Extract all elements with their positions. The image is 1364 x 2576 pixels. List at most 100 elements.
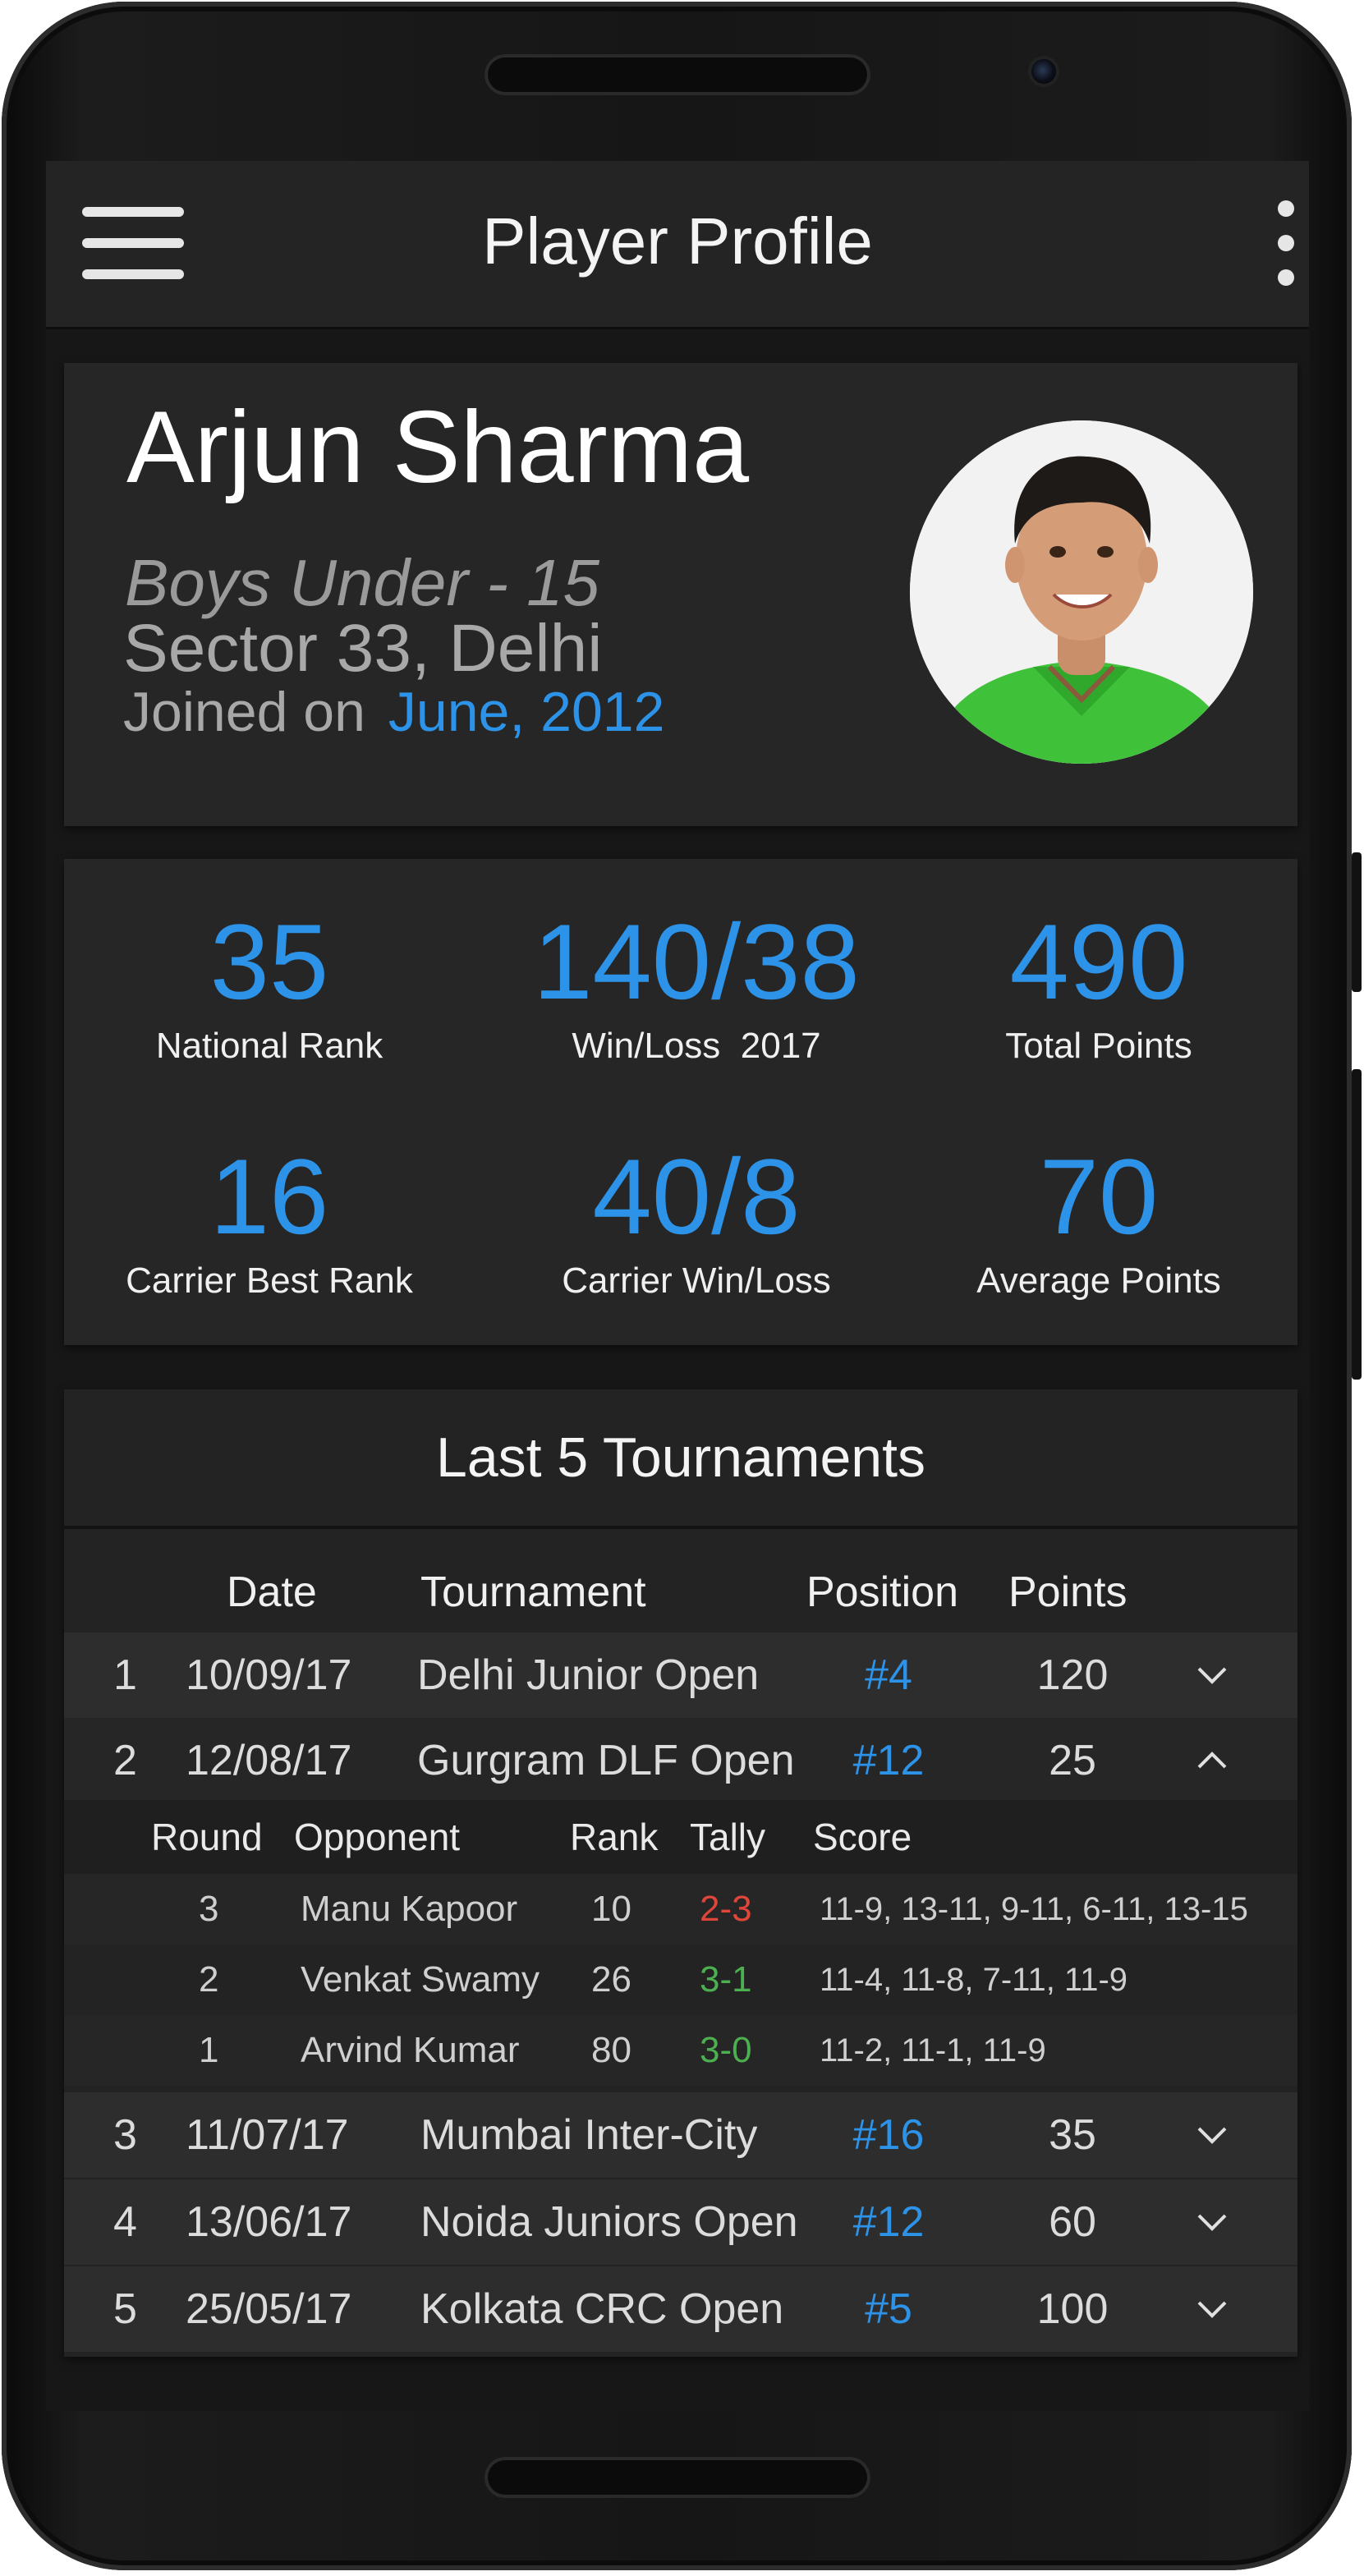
chevron-down-icon[interactable]: [1197, 1660, 1227, 1690]
profile-card: Arjun Sharma Boys Under - 15 Sector 33, …: [64, 363, 1297, 826]
stat-label: National Rank: [155, 1026, 383, 1066]
row-index: 4: [113, 2198, 137, 2246]
match-opponent: Venkat Swamy: [301, 1959, 540, 2000]
row-tournament: Gurgram DLF Open: [417, 1737, 795, 1784]
stat-value: 70: [1039, 1136, 1159, 1256]
match-rank: 26: [591, 1959, 631, 2000]
match-score: 11-2, 11-1, 11-9: [820, 2032, 1046, 2069]
match-rank: 80: [591, 2030, 631, 2070]
tournaments-title: Last 5 Tournaments: [64, 1389, 1297, 1529]
stat-total-points: 490 Total Points: [893, 900, 1304, 1069]
match-opponent: Manu Kapoor: [301, 1889, 518, 1929]
row-date: 11/07/17: [186, 2111, 349, 2159]
stat-carrier-best-rank: 16 Carrier Best Rank: [64, 1135, 475, 1304]
stat-label: Carrier Best Rank: [126, 1260, 413, 1301]
column-header-score: Score: [813, 1816, 912, 1858]
row-position: #12: [852, 1737, 925, 1784]
joined-date: June, 2012: [388, 681, 665, 743]
row-points: 35: [1049, 2111, 1096, 2159]
column-header-rank: Rank: [570, 1816, 659, 1858]
tournament-row[interactable]: 2 12/08/17 Gurgram DLF Open #12 25: [64, 1718, 1297, 1803]
chevron-down-icon[interactable]: [1197, 2207, 1227, 2237]
row-position: #12: [852, 2198, 925, 2246]
row-position: #5: [865, 2285, 912, 2333]
match-score: 11-9, 13-11, 9-11, 6-11, 13-15: [820, 1891, 1248, 1927]
stat-value: 35: [209, 902, 329, 1022]
match-opponent: Arvind Kumar: [301, 2030, 520, 2070]
row-index: 2: [113, 1737, 137, 1784]
row-tournament: Mumbai Inter-City: [420, 2111, 758, 2159]
chevron-down-icon[interactable]: [1197, 2294, 1227, 2324]
page-title: Player Profile: [482, 204, 873, 278]
stat-national-rank: 35 National Rank: [64, 900, 475, 1069]
match-rank: 10: [591, 1889, 631, 1929]
match-round: 2: [199, 1959, 219, 2000]
stat-label: Average Points: [976, 1260, 1221, 1301]
column-header-opponent: Opponent: [294, 1816, 461, 1858]
joined-label: Joined on: [123, 681, 365, 743]
tournaments-card: Last 5 Tournaments Date Tournament Posit…: [64, 1389, 1297, 2357]
row-index: 3: [113, 2111, 137, 2159]
stat-value: 40/8: [592, 1136, 801, 1256]
tournament-row[interactable]: 4 13/06/17 Noida Juniors Open #12 60: [64, 2179, 1297, 2265]
stat-value: 16: [209, 1136, 329, 1256]
row-index: 1: [113, 1651, 137, 1699]
app-screen: Player Profile Arjun Sharma Boys Under -…: [46, 161, 1309, 2411]
row-date: 25/05/17: [186, 2285, 352, 2333]
chevron-up-icon[interactable]: [1197, 1746, 1227, 1775]
stat-label: Carrier Win/Loss: [562, 1260, 831, 1301]
row-points: 100: [1036, 2285, 1109, 2333]
stat-label: Win/Loss 2017: [572, 1026, 821, 1066]
row-position: #4: [865, 1651, 912, 1699]
tournament-row[interactable]: 1 10/09/17 Delhi Junior Open #4 120: [64, 1632, 1297, 1718]
row-tournament: Kolkata CRC Open: [420, 2285, 784, 2333]
stat-win-loss-2017: 140/38 Win/Loss 2017: [491, 900, 902, 1069]
stat-value: 490: [1009, 902, 1188, 1022]
match-tally: 3-1: [700, 1959, 752, 2000]
earpiece-speaker: [485, 54, 870, 95]
row-index: 5: [113, 2285, 137, 2333]
volume-button: [1352, 852, 1362, 992]
app-bar: Player Profile: [46, 161, 1309, 329]
match-row: 3 Manu Kapoor 10 2-3 11-9, 13-11, 9-11, …: [64, 1874, 1297, 1945]
match-tally: 3-0: [700, 2030, 752, 2070]
phone-frame: Player Profile Arjun Sharma Boys Under -…: [2, 2, 1362, 2570]
row-tournament: Noida Juniors Open: [420, 2198, 798, 2246]
row-points: 120: [1036, 1651, 1109, 1699]
column-header-tournament: Tournament: [420, 1568, 646, 1616]
match-row: 1 Arvind Kumar 80 3-0 11-2, 11-1, 11-9: [64, 2015, 1297, 2086]
player-name: Arjun Sharma: [126, 391, 750, 504]
stat-value: 140/38: [533, 902, 860, 1022]
more-vert-icon[interactable]: [1270, 200, 1302, 286]
row-date: 13/06/17: [186, 2198, 352, 2246]
stat-average-points: 70 Average Points: [893, 1135, 1304, 1304]
match-tally: 2-3: [700, 1889, 752, 1929]
row-points: 25: [1049, 1737, 1096, 1784]
power-button: [1352, 1069, 1362, 1380]
chevron-down-icon[interactable]: [1197, 2120, 1227, 2150]
stats-card: 35 National Rank 140/38 Win/Loss 2017 49…: [64, 859, 1297, 1345]
stat-carrier-win-loss: 40/8 Carrier Win/Loss: [491, 1135, 902, 1304]
front-camera: [1031, 59, 1056, 84]
stat-label: Total Points: [1005, 1026, 1192, 1066]
bottom-speaker: [485, 2457, 870, 2498]
tournament-row[interactable]: 5 25/05/17 Kolkata CRC Open #5 100: [64, 2266, 1297, 2352]
column-header-tally: Tally: [690, 1816, 766, 1858]
row-date: 10/09/17: [186, 1651, 352, 1699]
column-header-position: Position: [806, 1568, 958, 1616]
match-details-header: Round Opponent Rank Tally Score: [64, 1800, 1297, 1874]
column-header-round: Round: [151, 1816, 263, 1858]
column-header-date: Date: [227, 1568, 317, 1616]
joined-info: Joined on June, 2012: [123, 675, 664, 749]
row-tournament: Delhi Junior Open: [417, 1651, 760, 1699]
tournament-row[interactable]: 3 11/07/17 Mumbai Inter-City #16 35: [64, 2092, 1297, 2178]
row-points: 60: [1049, 2198, 1096, 2246]
match-round: 3: [199, 1889, 219, 1929]
row-position: #16: [852, 2111, 925, 2159]
column-header-points: Points: [1008, 1568, 1127, 1616]
match-score: 11-4, 11-8, 7-11, 11-9: [820, 1962, 1128, 1998]
avatar[interactable]: [910, 420, 1253, 764]
match-round: 1: [199, 2030, 219, 2070]
row-date: 12/08/17: [186, 1737, 352, 1784]
match-row: 2 Venkat Swamy 26 3-1 11-4, 11-8, 7-11, …: [64, 1945, 1297, 2015]
